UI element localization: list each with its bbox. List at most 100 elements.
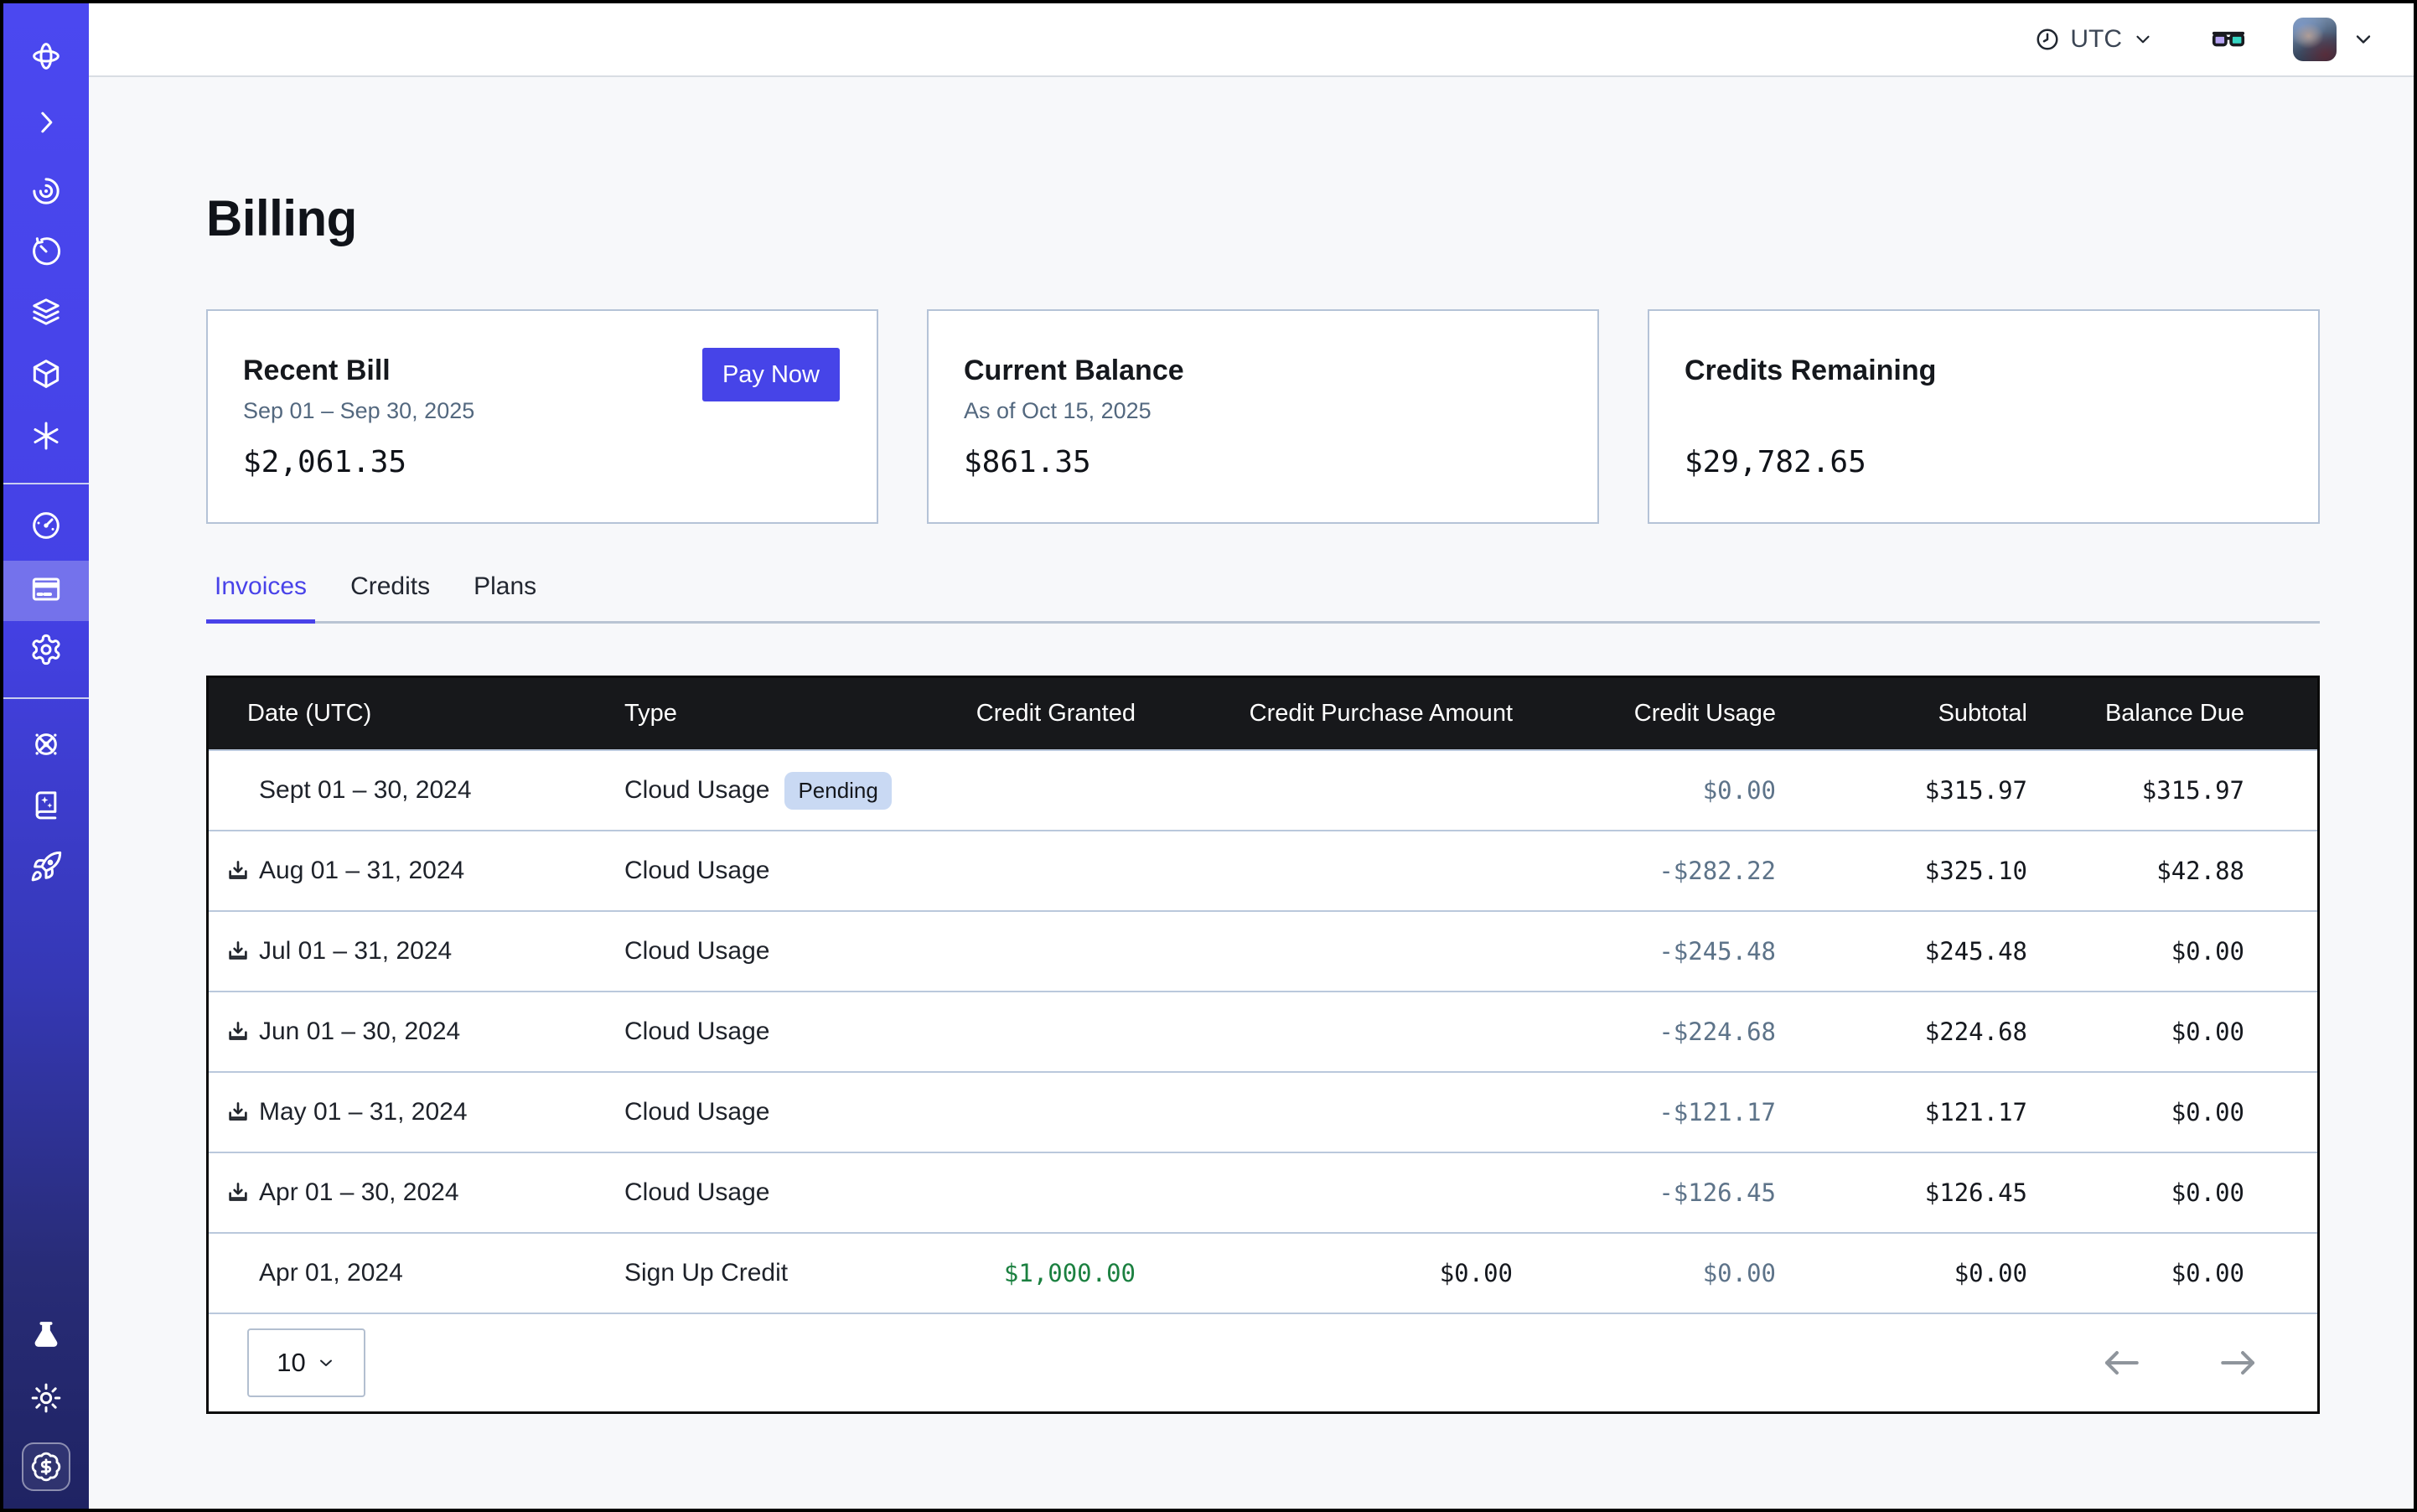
subtotal: $315.97: [1776, 776, 2027, 805]
sidebar-item-history[interactable]: [3, 223, 89, 283]
page-size-select[interactable]: 10: [247, 1328, 365, 1397]
card-title: Current Balance: [964, 355, 1184, 387]
tab-invoices[interactable]: Invoices: [206, 572, 315, 621]
card-title: Recent Bill: [243, 355, 391, 387]
sidebar: [3, 3, 89, 1509]
reader-mode-button[interactable]: [2209, 20, 2248, 59]
subtotal: $224.68: [1776, 1017, 2027, 1046]
credit-purchase-amount: $0.00: [1136, 1259, 1513, 1287]
sidebar-item-settings[interactable]: [3, 621, 89, 681]
timezone-label: UTC: [2070, 25, 2122, 54]
pay-now-button[interactable]: Pay Now: [702, 348, 840, 401]
glasses-icon: [2209, 20, 2248, 59]
table-row: Apr 01, 2024 Sign Up Credit $1,000.00 $0…: [209, 1232, 2317, 1313]
invoice-type: Cloud Usage: [624, 1017, 769, 1046]
column-header-credit-usage: Credit Usage: [1513, 700, 1776, 728]
credit-usage: -$126.45: [1513, 1178, 1776, 1207]
table-row: Sept 01 – 30, 2024 Cloud UsagePending $0…: [209, 749, 2317, 830]
sidebar-item-launch[interactable]: [3, 838, 89, 898]
sun-icon: [29, 1381, 63, 1419]
credits-button[interactable]: [3, 1437, 89, 1497]
credit-usage: -$245.48: [1513, 937, 1776, 966]
column-header-type: Type: [624, 700, 943, 728]
pagination-arrows: [2101, 1349, 2259, 1377]
asterisk-icon: [29, 419, 63, 457]
sidebar-item-observe[interactable]: [3, 163, 89, 223]
sidebar-item-layers[interactable]: [3, 283, 89, 344]
invoice-type: Cloud Usage: [624, 776, 769, 805]
credit-usage: -$224.68: [1513, 1017, 1776, 1046]
recent-bill-amount: $2,061.35: [243, 445, 406, 479]
sidebar-divider: [3, 483, 89, 484]
sidebar-item-docs[interactable]: [3, 776, 89, 836]
current-balance-card: Current Balance As of Oct 15, 2025 $861.…: [927, 309, 1599, 524]
page-title: Billing: [206, 189, 2320, 247]
clock-icon: [2035, 27, 2060, 52]
column-header-credit-granted: Credit Granted: [943, 700, 1136, 728]
download-invoice-button[interactable]: [225, 937, 251, 966]
sidebar-item-dashboard[interactable]: [3, 497, 89, 557]
download-slot: [225, 776, 251, 805]
download-invoice-button[interactable]: [225, 1017, 251, 1046]
balance-due: $0.00: [2027, 1017, 2244, 1046]
download-icon: [225, 1019, 251, 1044]
dollar-badge-icon: [22, 1442, 70, 1491]
invoice-type: Cloud Usage: [624, 937, 769, 966]
sidebar-item-control[interactable]: [3, 716, 89, 776]
table-row: May 01 – 31, 2024 Cloud Usage -$121.17 $…: [209, 1071, 2317, 1152]
subtotal: $245.48: [1776, 937, 2027, 966]
timezone-selector[interactable]: UTC: [2035, 25, 2154, 54]
column-header-balance-due: Balance Due: [2027, 700, 2244, 728]
balance-due: $0.00: [2027, 937, 2244, 966]
theme-toggle[interactable]: [3, 1370, 89, 1430]
column-header-date: Date (UTC): [225, 700, 624, 728]
credit-usage: $0.00: [1513, 1259, 1776, 1287]
rocket-icon: [29, 850, 63, 888]
summary-cards: Recent Bill Sep 01 – Sep 30, 2025 $2,061…: [206, 309, 2320, 524]
download-invoice-button[interactable]: [225, 857, 251, 885]
app-logo[interactable]: [3, 28, 89, 88]
next-page-button[interactable]: [2218, 1349, 2259, 1377]
table-row: Jul 01 – 31, 2024 Cloud Usage -$245.48 $…: [209, 910, 2317, 991]
sidebar-item-billing[interactable]: [3, 561, 89, 621]
invoice-date: Jul 01 – 31, 2024: [259, 937, 452, 966]
book-sparkle-icon: [29, 788, 63, 826]
invoice-type: Sign Up Credit: [624, 1259, 788, 1287]
main-area: UTC Billing Recent B: [89, 3, 2414, 1509]
credit-granted: $1,000.00: [943, 1259, 1136, 1287]
sidebar-item-packages[interactable]: [3, 345, 89, 406]
chevron-down-icon[interactable]: [2352, 28, 2375, 51]
chevron-right-icon: [29, 106, 63, 143]
download-invoice-button[interactable]: [225, 1178, 251, 1207]
invoice-type: Cloud Usage: [624, 1178, 769, 1207]
column-header-credit-purchase-amount: Credit Purchase Amount: [1136, 700, 1513, 728]
credit-usage: -$121.17: [1513, 1098, 1776, 1126]
spiral-eye-icon: [29, 174, 63, 212]
download-icon: [225, 1100, 251, 1125]
topbar: UTC: [89, 3, 2414, 77]
table-row: Apr 01 – 30, 2024 Cloud Usage -$126.45 $…: [209, 1152, 2317, 1232]
balance-due: $42.88: [2027, 857, 2244, 885]
previous-page-button[interactable]: [2101, 1349, 2141, 1377]
download-invoice-button[interactable]: [225, 1098, 251, 1126]
layers-icon: [29, 295, 63, 333]
avatar[interactable]: [2293, 18, 2337, 61]
sidebar-expand[interactable]: [3, 94, 89, 154]
balance-as-of: As of Oct 15, 2025: [964, 398, 1152, 424]
invoice-type: Cloud Usage: [624, 1098, 769, 1126]
download-icon: [225, 939, 251, 964]
tab-credits[interactable]: Credits: [342, 572, 438, 621]
page-size-value: 10: [277, 1348, 305, 1378]
sidebar-item-functions[interactable]: [3, 407, 89, 468]
billing-tabs: Invoices Credits Plans: [206, 572, 2320, 624]
current-balance-amount: $861.35: [964, 445, 1091, 479]
download-icon: [225, 858, 251, 883]
balance-due: $0.00: [2027, 1178, 2244, 1207]
tab-plans[interactable]: Plans: [465, 572, 545, 621]
sidebar-item-labs[interactable]: [3, 1307, 89, 1368]
invoice-date: Apr 01, 2024: [259, 1259, 403, 1287]
table-footer: 10: [209, 1313, 2317, 1411]
balance-due: $0.00: [2027, 1259, 2244, 1287]
table-header: Date (UTC) Type Credit Granted Credit Pu…: [209, 678, 2317, 749]
table-row: Aug 01 – 31, 2024 Cloud Usage -$282.22 $…: [209, 830, 2317, 910]
